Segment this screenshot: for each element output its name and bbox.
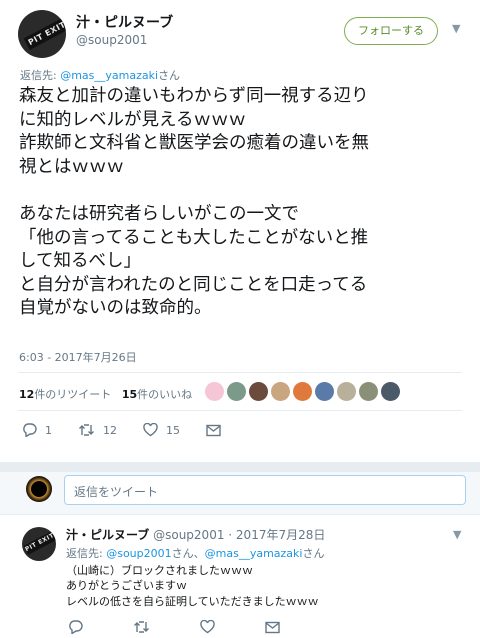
retweet-action[interactable]: 12 (78, 423, 117, 437)
liker-avatar[interactable] (293, 382, 312, 401)
eclipse-icon (31, 481, 47, 497)
reply-icon (69, 620, 83, 634)
main-tweet: PIT EXIT 汁・ピルヌーブ @soup2001 フォローする ▼ 返信先:… (0, 0, 480, 462)
author-avatar[interactable]: PIT EXIT (18, 10, 66, 58)
liker-avatar[interactable] (271, 382, 290, 401)
retweets-count[interactable]: 12 (19, 388, 34, 401)
divider (18, 372, 462, 373)
reply-icon (23, 423, 37, 437)
chevron-down-icon[interactable]: ▼ (452, 22, 460, 35)
retweet-count: 12 (103, 423, 117, 437)
message-action[interactable] (265, 621, 288, 634)
reply-author-name[interactable]: 汁・ピルヌーブ (66, 528, 149, 542)
heart-icon (200, 620, 215, 634)
envelope-icon (265, 621, 280, 633)
reply-to-line: 返信先: @soup2001さん、@mas__yamazakiさん (66, 545, 324, 561)
author-name[interactable]: 汁・ピルヌーブ (76, 12, 173, 32)
follow-button[interactable]: フォローする (344, 17, 438, 45)
envelope-icon (206, 424, 221, 436)
avatar-label: PIT EXIT (23, 531, 56, 555)
divider (18, 410, 462, 411)
like-action[interactable]: 15 (143, 423, 180, 437)
tweet-actions: 1 12 15 (22, 423, 255, 437)
tweet-timestamp[interactable]: 6:03 - 2017年7月26日 (19, 349, 137, 365)
reply-to-suffix: さん (158, 69, 181, 82)
message-action[interactable] (206, 424, 229, 437)
retweets-label[interactable]: 件のリツイート (34, 388, 111, 401)
reply-action[interactable] (68, 620, 91, 634)
reply-mention-link[interactable]: @mas__yamazaki (60, 69, 158, 82)
tweet-stats: 12件のリツイート 15件のいいね (19, 386, 192, 402)
liker-avatars (205, 382, 400, 401)
liker-avatar[interactable] (249, 382, 268, 401)
reply-to-suffix: さん (302, 547, 325, 560)
section-separator (0, 462, 480, 472)
reply-to-line: 返信先: @mas__yamazakiさん (20, 67, 180, 83)
retweet-icon (79, 424, 94, 436)
author-handle[interactable]: @soup2001 (76, 33, 147, 47)
retweet-action[interactable] (133, 620, 158, 634)
reply-mention-link[interactable]: @soup2001 (106, 547, 171, 560)
liker-avatar[interactable] (337, 382, 356, 401)
avatar-label: PIT EXIT (23, 16, 66, 51)
chevron-down-icon[interactable]: ▼ (453, 528, 461, 541)
tweet-text: 森友と加計の違いもわからず同一視する辺り に知的レベルが見えるｗｗｗ 詐欺師と文… (19, 86, 369, 319)
reply-action[interactable]: 1 (22, 423, 52, 437)
reply-author-handle[interactable]: @soup2001 (153, 528, 224, 542)
reply-author-avatar[interactable]: PIT EXIT (22, 527, 56, 561)
reply-between: さん、 (171, 547, 205, 560)
reply-date[interactable]: · 2017年7月28日 (228, 528, 325, 542)
reply-input[interactable]: 返信をツイート (64, 475, 466, 505)
likes-label[interactable]: 件のいいね (137, 388, 192, 401)
reply-tweet-text: （山崎に）ブロックされましたｗｗｗ ありがとうございますｗ レベルの低さを自ら証… (66, 564, 319, 608)
reply-mention-link[interactable]: @mas__yamazaki (205, 547, 303, 560)
liker-avatar[interactable] (315, 382, 334, 401)
reply-tweet-actions (68, 620, 314, 634)
reply-to-prefix: 返信先: (20, 69, 57, 82)
reply-to-prefix: 返信先: (66, 547, 103, 560)
reply-count: 1 (45, 423, 52, 437)
compose-avatar (26, 476, 52, 502)
liker-avatar[interactable] (359, 382, 378, 401)
liker-avatar[interactable] (205, 382, 224, 401)
liker-avatar[interactable] (227, 382, 246, 401)
like-count: 15 (166, 423, 180, 437)
liker-avatar[interactable] (381, 382, 400, 401)
heart-icon (143, 423, 158, 437)
likes-count[interactable]: 15 (122, 388, 137, 401)
retweet-icon (134, 621, 149, 633)
reply-author-line: 汁・ピルヌーブ @soup2001 · 2017年7月28日 (66, 526, 325, 543)
like-action[interactable] (200, 620, 223, 634)
